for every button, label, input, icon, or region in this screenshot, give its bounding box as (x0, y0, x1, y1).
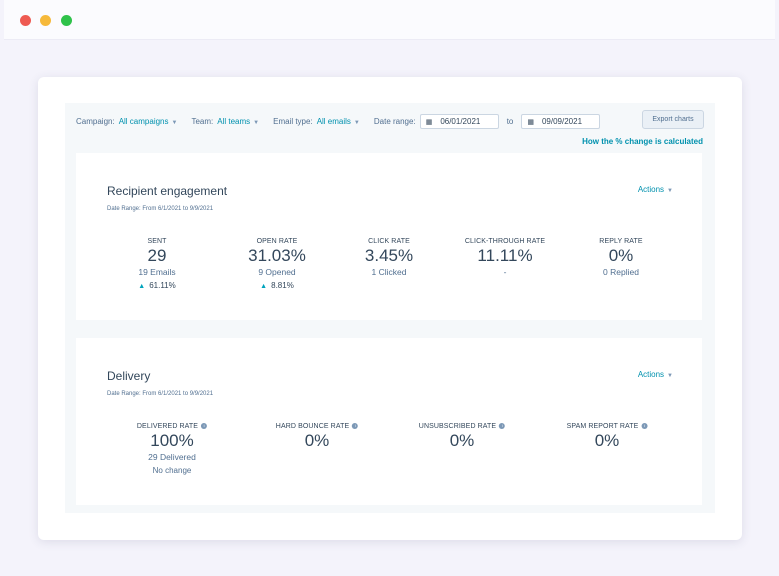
change-value: 61.11% (149, 281, 176, 290)
end-date-value: 09/09/2021 (541, 117, 583, 126)
card-title: Recipient engagement (107, 184, 228, 198)
team-label: Team: (191, 117, 214, 126)
stat-hard-bounce-rate: HARD BOUNCE RATE i 0% (275, 423, 359, 451)
stat-label: HARD BOUNCE RATE i (275, 423, 359, 430)
filter-bar: Campaign: All campaigns ▼ Team: All teams… (76, 114, 601, 129)
calendar-icon: ▦ (527, 118, 534, 126)
stat-value: 0% (449, 431, 475, 450)
stat-change: ▲ 8.81% (248, 281, 306, 290)
stat-click-rate: CLICK RATE 3.45% 1 Clicked (365, 238, 413, 277)
chevron-down-icon: ▼ (171, 120, 178, 126)
info-icon[interactable]: i (201, 423, 208, 430)
stat-label: SPAM REPORT RATE i (567, 423, 648, 430)
stat-open-rate: OPEN RATE 31.03% 9 Opened ▲ 8.81% (248, 238, 306, 290)
label-text: UNSUBSCRIBED RATE (418, 423, 497, 430)
actions-dropdown[interactable]: Actions ▼ (638, 370, 673, 379)
stat-value: 0% (304, 431, 330, 450)
stat-change: ▲ 61.11% (138, 281, 175, 290)
actions-label: Actions (637, 370, 665, 379)
stat-label: SENT (147, 238, 167, 245)
close-window-button[interactable] (20, 15, 31, 26)
stat-label: UNSUBSCRIBED RATE i (418, 423, 506, 430)
card-title: Delivery (107, 369, 151, 383)
minimize-window-button[interactable] (40, 15, 51, 26)
report-window: Campaign: All campaigns ▼ Team: All teams… (38, 77, 742, 540)
label-text: DELIVERED RATE (136, 423, 199, 430)
start-date-value: 06/01/2021 (440, 117, 481, 126)
team-dropdown[interactable]: All teams ▼ (217, 117, 259, 126)
stat-reply-rate: REPLY RATE 0% 0 Replied (599, 238, 642, 277)
label-text: SPAM REPORT RATE (566, 423, 639, 430)
chevron-down-icon: ▼ (353, 120, 360, 126)
change-calculation-link[interactable]: How the % change is calculated (582, 137, 703, 146)
stat-label: DELIVERED RATE i (136, 423, 208, 430)
stat-value: 100% (150, 431, 194, 450)
stat-sub: 9 Opened (258, 267, 296, 277)
date-range-label: Date range: (373, 117, 416, 126)
stat-value: 11.11% (477, 246, 533, 265)
export-charts-button[interactable]: Export charts (642, 110, 704, 129)
actions-dropdown[interactable]: Actions ▼ (638, 185, 673, 194)
recipient-engagement-card: Recipient engagement Date Range: From 6/… (76, 153, 702, 320)
window-titlebar (4, 0, 775, 40)
stat-sub: 0 Replied (603, 267, 639, 277)
stat-value: 0% (608, 246, 634, 265)
stat-sub: 1 Clicked (371, 267, 407, 277)
start-date-input[interactable]: ▦ 06/01/2021 (419, 114, 499, 129)
maximize-window-button[interactable] (61, 15, 72, 26)
triangle-up-icon: ▲ (260, 283, 268, 290)
stat-change: No change (152, 466, 192, 475)
date-range-text: Date Range: From 6/1/2021 to 9/9/2021 (107, 391, 214, 397)
change-value: 8.81% (271, 281, 294, 290)
chevron-down-icon: ▼ (667, 373, 673, 379)
info-icon[interactable]: i (641, 423, 648, 430)
stat-label: CLICK RATE (368, 238, 410, 245)
delivery-card: Delivery Date Range: From 6/1/2021 to 9/… (76, 338, 702, 505)
stat-label: REPLY RATE (599, 238, 643, 245)
email-type-label: Email type: (273, 117, 313, 126)
stat-delivered-rate: DELIVERED RATE i 100% 29 Delivered No cha… (136, 423, 208, 475)
stat-spam-report-rate: SPAM REPORT RATE i 0% (567, 423, 648, 451)
info-icon[interactable]: i (499, 423, 506, 430)
chevron-down-icon: ▼ (253, 120, 260, 126)
stat-sub: 29 Delivered (148, 452, 196, 462)
campaign-value: All campaigns (118, 117, 169, 126)
stat-click-through-rate: CLICK-THROUGH RATE 11.11% - (465, 238, 545, 277)
chevron-down-icon: ▼ (667, 188, 673, 194)
calendar-icon: ▦ (425, 118, 433, 126)
actions-label: Actions (637, 185, 665, 194)
report-panel: Campaign: All campaigns ▼ Team: All teams… (65, 103, 715, 513)
stat-value: 29 (147, 246, 167, 265)
stat-sub: 19 Emails (138, 267, 176, 277)
stat-label: CLICK-THROUGH RATE (464, 238, 546, 245)
to-label: to (506, 117, 514, 126)
label-text: HARD BOUNCE RATE (275, 423, 350, 430)
info-icon[interactable]: i (352, 423, 359, 430)
email-type-value: All emails (316, 117, 351, 126)
end-date-input[interactable]: ▦ 09/09/2021 (521, 114, 601, 129)
stat-unsubscribed-rate: UNSUBSCRIBED RATE i 0% (418, 423, 506, 451)
stat-value: 31.03% (248, 246, 306, 265)
stat-value: 3.45% (364, 246, 414, 265)
stat-sub: - (503, 267, 507, 277)
stat-value: 0% (594, 431, 620, 450)
stat-sent: SENT 29 19 Emails ▲ 61.11% (138, 238, 175, 290)
team-value: All teams (217, 117, 251, 126)
email-type-dropdown[interactable]: All emails ▼ (317, 117, 360, 126)
campaign-label: Campaign: (76, 117, 115, 126)
stat-label: OPEN RATE (256, 238, 298, 245)
campaign-dropdown[interactable]: All campaigns ▼ (119, 117, 178, 126)
triangle-up-icon: ▲ (138, 283, 146, 290)
date-range-text: Date Range: From 6/1/2021 to 9/9/2021 (107, 206, 214, 212)
